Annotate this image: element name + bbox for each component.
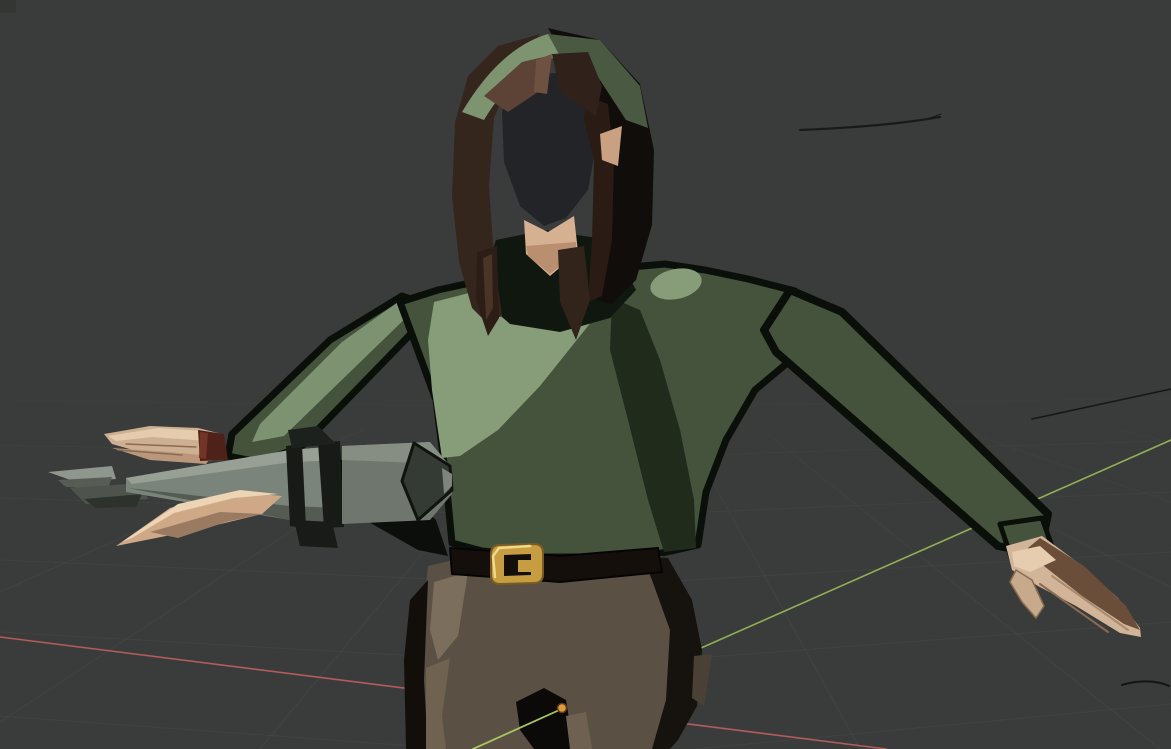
belt-buckle-prong[interactable] [518, 560, 534, 572]
scene-svg [0, 0, 1171, 749]
gauntlet-strap-bottom-hw[interactable] [294, 520, 338, 548]
character-pants[interactable] [404, 544, 712, 749]
background-decor [0, 0, 16, 13]
viewport-canvas[interactable] [0, 0, 1171, 749]
origin-dot [558, 704, 567, 713]
viewport-corner-shade [0, 0, 16, 13]
